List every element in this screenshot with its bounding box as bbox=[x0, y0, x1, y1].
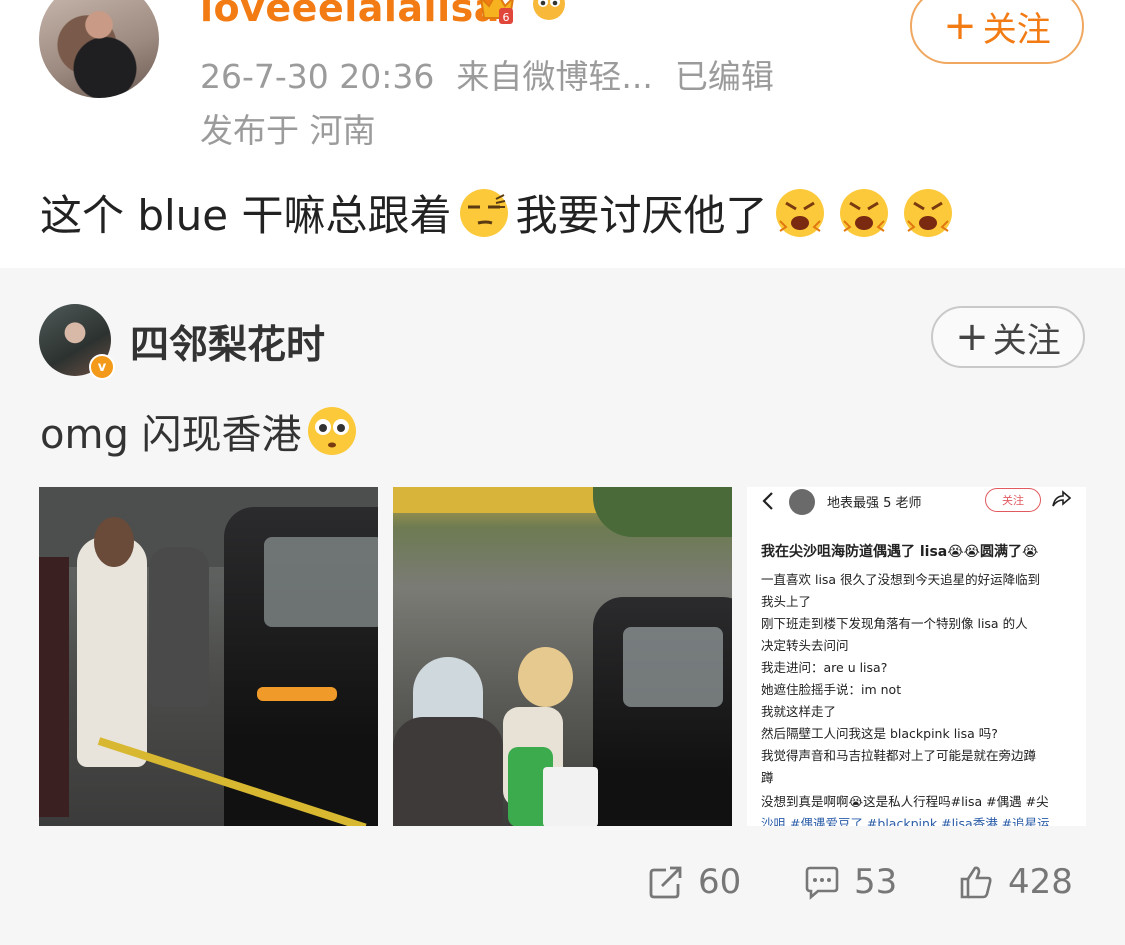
screenshot-follow-button: 关注 bbox=[985, 488, 1041, 512]
comment-count: 53 bbox=[854, 862, 898, 902]
screenshot-line: 没想到真是啊啊😭这是私人行程吗#lisa #偶遇 #尖 bbox=[761, 794, 1049, 809]
smirk-emoji-icon bbox=[459, 188, 508, 237]
screenshot-line: 我就这样走了 bbox=[761, 704, 837, 719]
angry-emoji-icon bbox=[775, 188, 824, 237]
repost-photo-3[interactable]: 地表最强 5 老师 关注 我在尖沙咀海防道偶遇了 lisa😭😭圆满了😭 一直喜欢… bbox=[747, 487, 1086, 826]
repost-author-name[interactable]: 四邻梨花时 bbox=[130, 314, 325, 370]
repost-photo-1[interactable] bbox=[39, 487, 378, 826]
back-arrow-icon bbox=[762, 492, 773, 510]
follow-button[interactable]: + 关注 bbox=[910, 0, 1084, 64]
post-text-part2: 我要讨厌他了 bbox=[515, 191, 768, 240]
author-avatar[interactable] bbox=[39, 0, 159, 98]
repost-text: omg 闪现香港 bbox=[40, 412, 302, 458]
repost-count-button[interactable]: 60 bbox=[648, 862, 741, 902]
post-location: 发布于 河南 bbox=[200, 111, 376, 150]
screenshot-line: 我走进问：are u lisa? bbox=[761, 660, 888, 675]
svg-text:6: 6 bbox=[503, 11, 510, 24]
comment-count-button[interactable]: 53 bbox=[804, 862, 897, 902]
repost-count: 60 bbox=[698, 862, 742, 902]
like-count: 428 bbox=[1008, 862, 1073, 902]
screenshot-line: 沙咀 #偶遇爱豆了 #blackpink #lisa香港 #追星运 bbox=[761, 816, 1050, 826]
angry-emoji-icon bbox=[903, 188, 952, 237]
verified-icon: v bbox=[89, 354, 115, 380]
fan-badge-icon bbox=[533, 0, 565, 20]
screenshot-line: 我头上了 bbox=[761, 594, 812, 609]
screenshot-title: 我在尖沙咀海防道偶遇了 lisa😭😭圆满了😭 bbox=[761, 544, 1039, 560]
post-body: 这个 blue 干嘛总跟着 我要讨厌他了 bbox=[40, 182, 960, 243]
post-meta: 26-7-30 20:36 来自微博轻... 已编辑 bbox=[200, 50, 796, 98]
screenshot-line: 一直喜欢 lisa 很久了没想到今天追星的好运降临到 bbox=[761, 572, 1041, 587]
repost-photo-2[interactable] bbox=[393, 487, 732, 826]
screenshot-line: 她遮住脸摇手说：im not bbox=[761, 682, 902, 697]
author-username[interactable]: loveeelalalisa bbox=[200, 0, 500, 30]
repost-icon bbox=[649, 866, 682, 899]
plus-icon: + bbox=[955, 314, 989, 360]
screenshot-line: 决定转头去问问 bbox=[761, 638, 849, 653]
screenshot-avatar bbox=[789, 489, 815, 515]
edited-label[interactable]: 已编辑 bbox=[675, 57, 774, 96]
angry-emoji-icon bbox=[839, 188, 888, 237]
post-source[interactable]: 来自微博轻... bbox=[456, 57, 652, 96]
post-timestamp: 26-7-30 20:36 bbox=[200, 57, 435, 96]
repost-follow-button[interactable]: + 关注 bbox=[931, 306, 1085, 368]
like-count-button[interactable]: 428 bbox=[958, 862, 1073, 902]
screenshot-account: 地表最强 5 老师 bbox=[827, 496, 922, 511]
screenshot-line: 我觉得声音和马吉拉鞋都对上了可能是就在旁边蹲 bbox=[761, 748, 1037, 763]
post-text-part1: 这个 blue 干嘛总跟着 bbox=[40, 191, 452, 240]
repost-body: omg 闪现香港 bbox=[40, 402, 364, 460]
comment-icon bbox=[805, 866, 839, 900]
screenshot-line: 然后隔壁工人问我这是 blackpink lisa 吗? bbox=[761, 726, 998, 741]
screenshot-line: 蹲 bbox=[761, 770, 774, 785]
plus-icon: + bbox=[943, 3, 977, 49]
share-icon bbox=[1052, 490, 1071, 507]
flushed-emoji-icon bbox=[307, 407, 356, 455]
vip-crown-icon: 6 bbox=[480, 0, 514, 24]
screenshot-line: 刚下班走到楼下发现角落有一个特别像 lisa 的人 bbox=[761, 616, 1028, 631]
thumbs-up-icon bbox=[960, 866, 992, 899]
